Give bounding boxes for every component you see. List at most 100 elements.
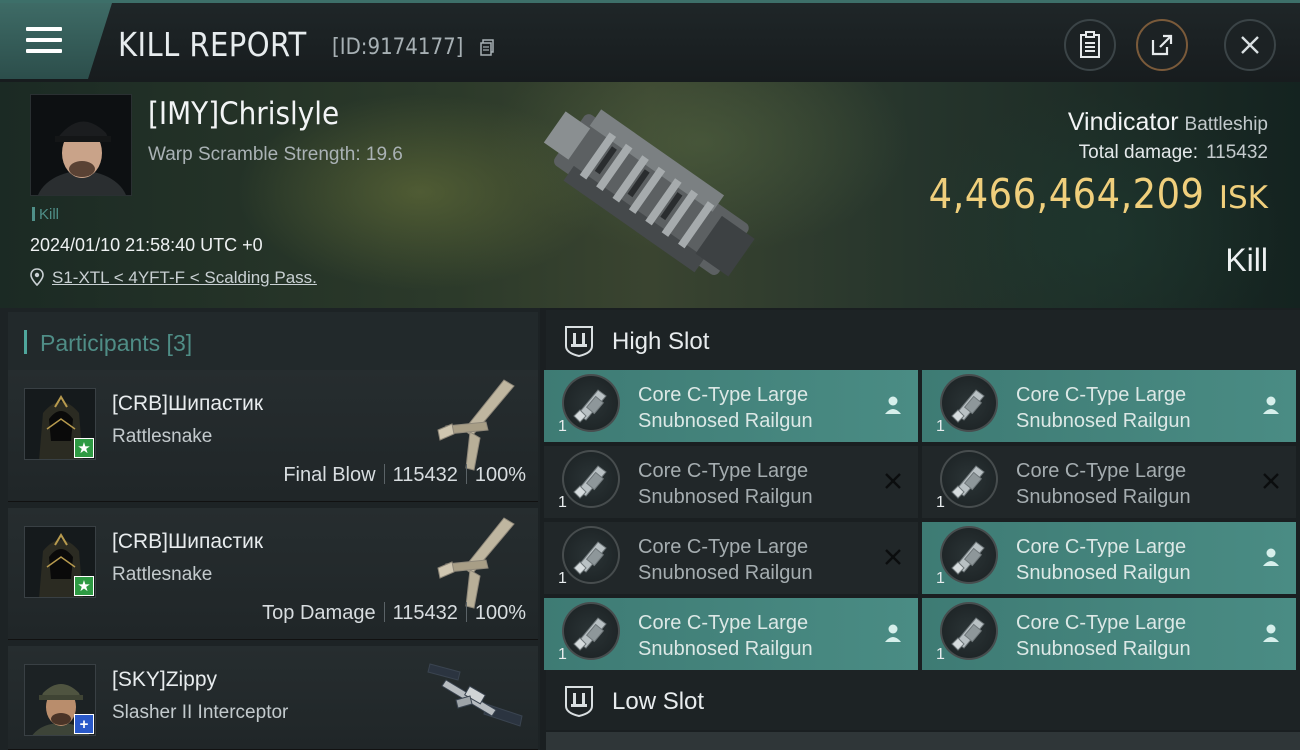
module-quantity: 1 [936, 494, 945, 511]
user-icon [885, 396, 901, 414]
module-quantity: 1 [558, 418, 567, 435]
module-card[interactable]: 1 Core C-Type Large Snubnosed Railgun [922, 446, 1296, 518]
victim-name[interactable]: [IMY]Chrislyle [148, 96, 339, 132]
kill-location-link[interactable]: S1-XTL < 4YFT-F < Scalding Pass. [52, 268, 317, 288]
high-slot-header: High Slot [546, 310, 1300, 370]
share-button[interactable] [1136, 19, 1188, 71]
participant-ship-image [427, 663, 523, 727]
participant-ship: Rattlesnake [112, 564, 213, 585]
module-name-line2: Snubnosed Railgun [1016, 486, 1191, 508]
clipboard-icon [1080, 31, 1100, 58]
module-icon [940, 602, 998, 660]
module-name: Core C-Type Large Snubnosed Railgun [1016, 534, 1191, 586]
module-name-line1: Core C-Type Large [638, 612, 809, 634]
location-pin-icon [30, 268, 44, 286]
module-name-line2: Snubnosed Railgun [638, 486, 813, 508]
participant-row[interactable]: ★ [CRB]Шипастик Rattlesnake Final Blow 11… [8, 370, 538, 502]
fitting-panel: High Slot 1 Core C-Type Large Snubnosed Ra… [540, 308, 1300, 750]
module-card[interactable]: 1 Core C-Type Large Snubnosed Railgun [922, 598, 1296, 670]
corp-badge: ★ [74, 438, 94, 458]
close-button[interactable] [1224, 19, 1276, 71]
module-name-line2: Snubnosed Railgun [1016, 638, 1191, 660]
page-title: KILL REPORT [118, 25, 307, 64]
total-damage-label: Total damage: [1078, 142, 1198, 163]
participant-damage: 115432 [392, 464, 458, 486]
low-slot-header: Low Slot [546, 670, 1300, 730]
module-name-line2: Snubnosed Railgun [1016, 562, 1191, 584]
victim-ship-class: Battleship [1184, 114, 1268, 135]
participants-panel: Participants [3] ★ [CRB]Шипастик Rattles… [0, 308, 540, 750]
module-card[interactable]: 1 Core C-Type Large Snubnosed Railgun [544, 370, 918, 442]
module-name-line1: Core C-Type Large [638, 384, 809, 406]
low-slot-title: Low Slot [612, 688, 705, 715]
warp-scramble-strength: Warp Scramble Strength: 19.6 [148, 144, 403, 165]
module-name-line1: Core C-Type Large [1016, 384, 1187, 406]
close-icon [1241, 36, 1259, 54]
corp-badge: + [74, 714, 94, 734]
module-quantity: 1 [558, 494, 567, 511]
module-icon [940, 450, 998, 508]
victim-ship-name: Vindicator [1067, 108, 1179, 136]
module-name-line2: Snubnosed Railgun [638, 410, 813, 432]
isk-value-line: 4,466,464,209 ISK [898, 170, 1268, 218]
participant-name: [SKY]Zippy [112, 668, 218, 691]
module-name-line1: Core C-Type Large [638, 536, 809, 558]
report-id: [ID:9174177] [332, 35, 464, 60]
module-icon [562, 602, 620, 660]
top-bar: KILL REPORT [ID:9174177] [0, 0, 1300, 82]
kill-tag: Kill [32, 206, 59, 223]
x-icon [1263, 473, 1279, 489]
participant-stats: Top Damage 115432 100% [262, 602, 526, 625]
user-icon [1263, 396, 1279, 414]
user-icon [1263, 624, 1279, 642]
module-name-line2: Snubnosed Railgun [638, 562, 813, 584]
slot-icon [565, 326, 593, 358]
module-name: Core C-Type Large Snubnosed Railgun [1016, 382, 1191, 434]
user-icon [1263, 548, 1279, 566]
participant-ship: Slasher II Interceptor [112, 702, 289, 723]
menu-icon[interactable] [26, 27, 62, 53]
module-name-line2: Snubnosed Railgun [638, 638, 813, 660]
module-card[interactable]: 1 Core C-Type Large Snubnosed Railgun [544, 598, 918, 670]
module-card[interactable]: 1 Core C-Type Large Snubnosed Railgun [922, 522, 1296, 594]
participant-role: Top Damage [262, 602, 376, 624]
participant-row[interactable]: ★ [CRB]Шипастик Rattlesnake Top Damage 11… [8, 508, 538, 640]
high-slot-title: High Slot [612, 328, 710, 355]
kill-timestamp: 2024/01/10 21:58:40 UTC +0 [30, 235, 263, 255]
participant-stats: Final Blow 115432 100% [283, 464, 526, 487]
x-icon [885, 473, 901, 489]
victim-summary: [IMY]Chrislyle Warp Scramble Strength: 1… [0, 82, 1300, 308]
module-quantity: 1 [558, 646, 567, 663]
module-name: Core C-Type Large Snubnosed Railgun [638, 382, 813, 434]
total-damage-value: 115432 [1206, 142, 1268, 163]
module-name-line1: Core C-Type Large [1016, 536, 1187, 558]
participant-ship-image [437, 379, 515, 471]
participant-percent: 100% [474, 464, 526, 486]
clipboard-button[interactable] [1064, 19, 1116, 71]
user-icon [885, 624, 901, 642]
participant-name: [CRB]Шипастик [112, 530, 264, 553]
participant-ship-image [437, 517, 515, 609]
participant-damage: 115432 [392, 602, 458, 624]
module-icon [940, 374, 998, 432]
participant-row[interactable]: + [SKY]Zippy Slasher II Interceptor [8, 646, 538, 750]
participant-ship: Rattlesnake [112, 426, 213, 447]
victim-ship-render [543, 109, 755, 277]
module-name: Core C-Type Large Snubnosed Railgun [1016, 610, 1191, 662]
kill-result: Kill [1225, 242, 1268, 278]
module-icon [562, 526, 620, 584]
participant-name: [CRB]Шипастик [112, 392, 264, 415]
module-name: Core C-Type Large Snubnosed Railgun [638, 458, 813, 510]
victim-avatar[interactable] [30, 94, 132, 196]
isk-value: 4,466,464,209 [929, 170, 1205, 218]
module-name-line1: Core C-Type Large [1016, 612, 1187, 634]
module-icon [562, 450, 620, 508]
module-quantity: 1 [936, 646, 945, 663]
module-card[interactable]: 1 Core C-Type Large Snubnosed Railgun [922, 370, 1296, 442]
module-card[interactable]: 1 Core C-Type Large Snubnosed Railgun [544, 446, 918, 518]
module-icon [562, 374, 620, 432]
copy-icon[interactable] [480, 39, 494, 56]
x-icon [885, 549, 901, 565]
module-name-line1: Core C-Type Large [1016, 460, 1187, 482]
module-card[interactable]: 1 Core C-Type Large Snubnosed Railgun [544, 522, 918, 594]
